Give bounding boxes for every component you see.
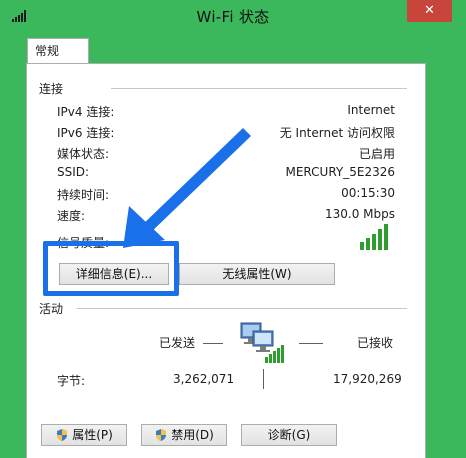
sent-label: 已发送 (159, 336, 196, 350)
ipv4-label: IPv4 连接: (57, 105, 115, 119)
speed-label: 速度: (57, 209, 86, 223)
activity-group-title: 活动 (39, 302, 64, 316)
connection-group-title: 连接 (39, 82, 64, 96)
network-computers-icon (240, 322, 284, 363)
wireless-properties-button[interactable]: 无线属性(W) (179, 263, 335, 285)
ipv6-label: IPv6 连接: (57, 126, 115, 140)
tab-bar: 常规 (15, 34, 452, 64)
bytes-separator (263, 369, 264, 389)
properties-button[interactable]: 属性(P) (41, 424, 127, 446)
ssid-value: MERCURY_5E2326 (285, 165, 396, 179)
disable-button-label: 禁用(D) (171, 428, 214, 442)
connection-divider (111, 88, 407, 89)
activity-divider (77, 308, 407, 309)
close-button[interactable]: ✕ (407, 0, 452, 22)
speed-value: 130.0 Mbps (324, 207, 395, 221)
title-bar[interactable]: Wi-Fi 状态 ✕ (0, 0, 466, 30)
received-line (299, 343, 323, 344)
duration-value: 00:15:30 (341, 186, 395, 200)
properties-button-label: 属性(P) (72, 428, 113, 442)
media-state-label: 媒体状态: (57, 147, 110, 161)
ipv6-value: 无 Internet 访问权限 (279, 126, 395, 140)
window-title: Wi-Fi 状态 (196, 8, 270, 26)
general-panel: 连接 IPv4 连接: Internet IPv6 连接: 无 Internet… (26, 63, 426, 458)
bytes-received-value: 17,920,269 (333, 372, 402, 386)
disable-button[interactable]: 禁用(D) (141, 424, 227, 446)
wifi-status-window: Wi-Fi 状态 ✕ 常规 连接 IPv4 连接: Internet IPv6 … (0, 0, 466, 458)
sent-line (203, 343, 223, 344)
shield-icon (57, 429, 68, 441)
bytes-sent-value: 3,262,071 (173, 372, 235, 386)
ssid-label: SSID: (57, 165, 90, 179)
duration-label: 持续时间: (57, 188, 110, 202)
received-label: 已接收 (357, 336, 394, 350)
signal-bars-icon (360, 224, 388, 250)
media-state-value: 已启用 (358, 147, 395, 161)
pointer-arrow-icon (123, 128, 251, 248)
bytes-label: 字节: (57, 374, 86, 388)
ipv4-value: Internet (347, 103, 395, 117)
tab-general[interactable]: 常规 (27, 38, 89, 64)
shield-icon (156, 429, 167, 441)
diagnose-button[interactable]: 诊断(G) (241, 424, 337, 446)
